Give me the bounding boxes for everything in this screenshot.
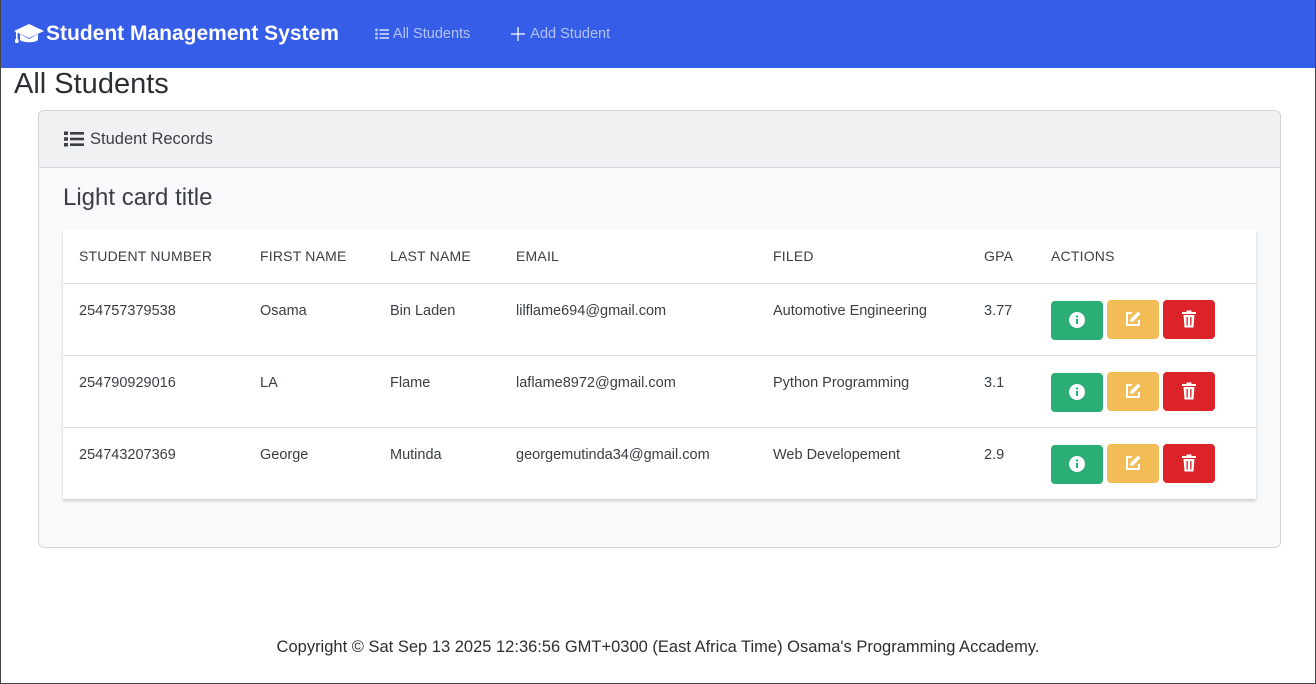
trash-icon: [1182, 454, 1196, 472]
trash-icon: [1182, 310, 1196, 328]
cell-actions: [1035, 355, 1256, 428]
nav-add-student-label: Add Student: [530, 26, 611, 42]
col-actions: ACTIONS: [1035, 229, 1256, 284]
cell-student-number: 254743207369: [79, 446, 176, 463]
cell-actions: [1035, 427, 1256, 499]
delete-button[interactable]: [1163, 299, 1215, 339]
table-row: 254790929016 LA Flame laflame8972@gmail.…: [63, 355, 1256, 428]
list-icon: [374, 28, 389, 40]
brand-title: Student Management System: [46, 22, 339, 45]
card-header-label: Student Records: [90, 129, 213, 148]
cell-first-name: LA: [244, 355, 374, 428]
list-icon: [64, 131, 84, 147]
table-header-row: STUDENT NUMBER FIRST NAME LAST NAME EMAI…: [63, 229, 1256, 284]
edit-button[interactable]: [1107, 443, 1159, 483]
plus-icon: [511, 27, 526, 41]
brand[interactable]: Student Management System: [13, 22, 339, 46]
table-row: 254757379538 Osama Bin Laden lilflame694…: [63, 283, 1256, 356]
cell-last-name: Mutinda: [390, 446, 442, 463]
nav-all-students-label: All Students: [392, 26, 471, 42]
card-title: Light card title: [63, 184, 213, 211]
view-button[interactable]: [1051, 300, 1103, 340]
table-row: 254743207369 George Mutinda georgemutind…: [63, 427, 1256, 499]
navbar: Student Management System All Students A…: [1, 0, 1315, 68]
col-email: EMAIL: [500, 229, 757, 284]
edit-button[interactable]: [1107, 299, 1159, 339]
cell-field: Web Developement: [773, 446, 901, 463]
nav-all-students[interactable]: All Students: [374, 26, 471, 42]
delete-button[interactable]: [1163, 371, 1215, 411]
cell-actions: [1035, 283, 1256, 356]
info-icon: [1069, 312, 1085, 328]
col-gpa: GPA: [968, 229, 1035, 284]
cell-student-number: 254757379538: [63, 283, 244, 356]
view-button[interactable]: [1051, 444, 1103, 484]
delete-button[interactable]: [1163, 443, 1215, 483]
cell-first-name: George: [260, 446, 309, 463]
trash-icon: [1182, 382, 1196, 400]
card-header: Student Records: [39, 111, 1280, 168]
col-last-name: LAST NAME: [374, 229, 500, 284]
cell-gpa: 3.77: [968, 283, 1035, 356]
cell-last-name: Flame: [374, 355, 500, 428]
cell-gpa: 3.1: [968, 355, 1035, 428]
footer-copyright: Copyright © Sat Sep 13 2025 12:36:56 GMT…: [276, 638, 1040, 656]
edit-icon: [1126, 383, 1141, 398]
cell-field: Python Programming: [757, 355, 968, 428]
col-field: FILED: [757, 229, 968, 284]
page-title: All Students: [14, 68, 169, 100]
cell-email: georgemutinda34@gmail.com: [516, 446, 710, 463]
cell-last-name: Bin Laden: [374, 283, 500, 356]
cell-gpa: 2.9: [984, 446, 1005, 463]
cell-field: Automotive Engineering: [757, 283, 968, 356]
student-records-card: Student Records Light card title STUDENT…: [38, 110, 1281, 548]
students-table-wrap: STUDENT NUMBER FIRST NAME LAST NAME EMAI…: [63, 229, 1256, 499]
graduation-cap-icon: [14, 24, 44, 43]
edit-button[interactable]: [1107, 371, 1159, 411]
cell-email: laflame8972@gmail.com: [500, 355, 757, 428]
col-first-name: FIRST NAME: [244, 229, 374, 284]
info-icon: [1069, 456, 1085, 472]
students-table: STUDENT NUMBER FIRST NAME LAST NAME EMAI…: [63, 229, 1256, 499]
edit-icon: [1126, 455, 1141, 470]
info-icon: [1069, 384, 1085, 400]
col-student-number: STUDENT NUMBER: [63, 229, 244, 284]
edit-icon: [1126, 311, 1141, 326]
cell-student-number: 254790929016: [63, 355, 244, 428]
view-button[interactable]: [1051, 372, 1103, 412]
cell-first-name: Osama: [244, 283, 374, 356]
cell-email: lilflame694@gmail.com: [500, 283, 757, 356]
nav-add-student[interactable]: Add Student: [510, 26, 610, 42]
